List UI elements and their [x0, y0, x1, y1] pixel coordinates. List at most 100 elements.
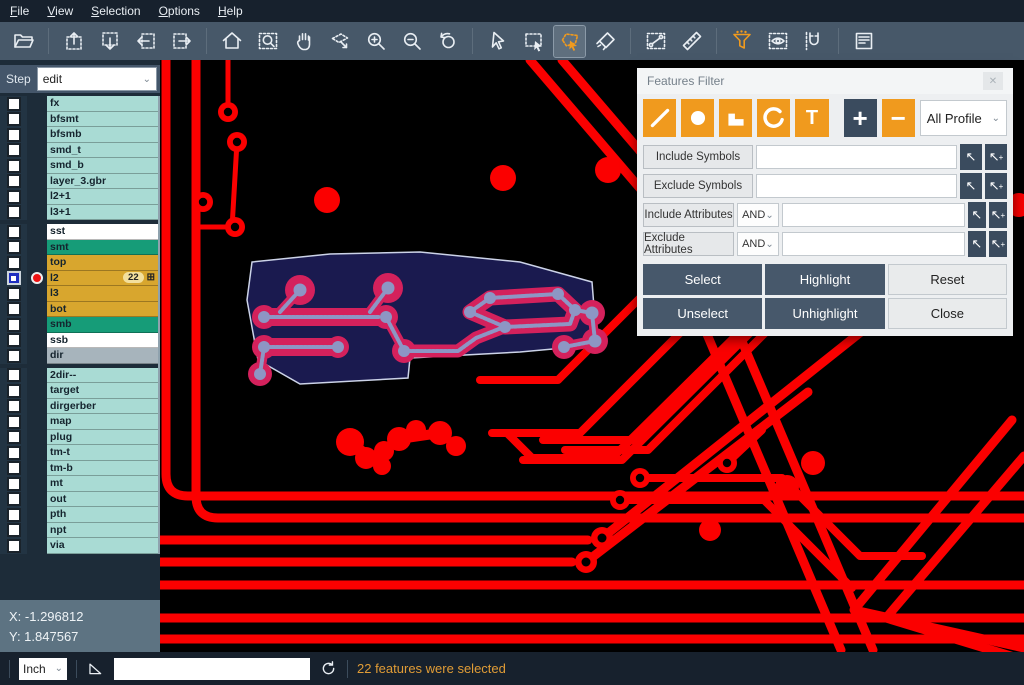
layer-row-l2+1[interactable]: l2+1	[0, 189, 158, 205]
layer-checkbox[interactable]	[7, 349, 21, 363]
filter-value-input[interactable]	[782, 232, 965, 256]
layer-row-via[interactable]: via	[0, 538, 158, 554]
layer-checkbox[interactable]	[7, 159, 21, 173]
select-button[interactable]: Select	[643, 264, 762, 295]
layer-checkbox[interactable]	[7, 271, 21, 285]
layer-label[interactable]: fx	[47, 96, 158, 112]
unselect-button[interactable]: Unselect	[643, 298, 762, 329]
surface-icon[interactable]	[719, 99, 752, 137]
layer-row-npt[interactable]: npt	[0, 523, 158, 539]
layer-row-smt[interactable]: smt	[0, 240, 158, 256]
layer-row-l2[interactable]: l222⊞	[0, 271, 158, 287]
unit-select[interactable]: Inch ⌄	[19, 658, 67, 680]
layer-row-2dir--[interactable]: 2dir--	[0, 368, 158, 384]
brush-icon[interactable]	[590, 26, 621, 57]
close-button[interactable]: Close	[888, 298, 1007, 329]
zoom-previous-icon[interactable]	[432, 26, 463, 57]
layer-checkbox[interactable]	[7, 112, 21, 126]
polygon-select-icon[interactable]	[554, 26, 585, 57]
refresh-icon[interactable]	[319, 659, 338, 678]
layer-row-smd_b[interactable]: smd_b	[0, 158, 158, 174]
command-input[interactable]	[114, 658, 310, 680]
highlight-button[interactable]: Highlight	[765, 264, 884, 295]
home-icon[interactable]	[216, 26, 247, 57]
layer-label[interactable]: bfsmb	[47, 127, 158, 143]
layer-label[interactable]: out	[47, 492, 158, 508]
shift-down-icon[interactable]	[94, 26, 125, 57]
menu-item-help[interactable]: Help	[218, 4, 243, 18]
pick-add-from-canvas-button[interactable]: ↖+	[985, 144, 1007, 170]
logic-select[interactable]: AND⌄	[737, 203, 779, 227]
layer-row-layer_3.gbr[interactable]: layer_3.gbr	[0, 174, 158, 190]
unhighlight-button[interactable]: Unhighlight	[765, 298, 884, 329]
line-icon[interactable]	[643, 99, 676, 137]
layer-label[interactable]: l3	[47, 286, 158, 302]
zoom-area-icon[interactable]	[252, 26, 283, 57]
filter-value-input[interactable]	[756, 145, 957, 169]
layer-row-target[interactable]: target	[0, 383, 158, 399]
layer-label[interactable]: l222⊞	[47, 271, 158, 287]
layer-row-fx[interactable]: fx	[0, 96, 158, 112]
layer-row-l3[interactable]: l3	[0, 286, 158, 302]
layer-checkbox[interactable]	[7, 240, 21, 254]
layer-label[interactable]: dirgerber	[47, 399, 158, 415]
layer-row-ssb[interactable]: ssb	[0, 333, 158, 349]
layer-row-sst[interactable]: sst	[0, 224, 158, 240]
layer-checkbox[interactable]	[7, 318, 21, 332]
layer-checkbox[interactable]	[7, 174, 21, 188]
layer-checkbox[interactable]	[7, 523, 21, 537]
layer-label[interactable]: dir	[47, 348, 158, 364]
select-icon[interactable]	[482, 26, 513, 57]
layer-label[interactable]: sst	[47, 224, 158, 240]
text-icon[interactable]: T	[795, 99, 828, 137]
layer-label[interactable]: tm-t	[47, 445, 158, 461]
menu-item-file[interactable]: File	[10, 4, 29, 18]
filter-icon[interactable]	[726, 26, 757, 57]
layer-label[interactable]: smt	[47, 240, 158, 256]
pick-add-from-canvas-button[interactable]: ↖+	[989, 231, 1007, 257]
layer-row-smd_t[interactable]: smd_t	[0, 143, 158, 159]
pan-icon[interactable]	[288, 26, 319, 57]
pick-from-canvas-button[interactable]: ↖	[960, 144, 982, 170]
layer-checkbox[interactable]	[7, 128, 21, 142]
layer-row-l3+1[interactable]: l3+1	[0, 205, 158, 221]
arc-icon[interactable]	[757, 99, 790, 137]
profile-select[interactable]: All Profile ⌄	[920, 100, 1007, 136]
close-icon[interactable]: ✕	[983, 72, 1003, 90]
menu-item-view[interactable]: View	[47, 4, 73, 18]
layer-checkbox[interactable]	[7, 415, 21, 429]
layer-checkbox[interactable]	[7, 446, 21, 460]
layer-label[interactable]: target	[47, 383, 158, 399]
menu-item-selection[interactable]: Selection	[91, 4, 140, 18]
layer-checkbox[interactable]	[7, 384, 21, 398]
layer-row-tm-b[interactable]: tm-b	[0, 461, 158, 477]
layer-label[interactable]: smd_t	[47, 143, 158, 159]
rect-select-icon[interactable]	[518, 26, 549, 57]
logic-select[interactable]: AND⌄	[737, 232, 779, 256]
layer-checkbox[interactable]	[7, 256, 21, 270]
remove-filter-button[interactable]: −	[882, 99, 915, 137]
layer-label[interactable]: l3+1	[47, 205, 158, 221]
pick-from-canvas-button[interactable]: ↖	[968, 202, 986, 228]
filter-row-label-button[interactable]: Include Attributes	[643, 203, 734, 227]
layer-label[interactable]: tm-b	[47, 461, 158, 477]
layer-row-bfsmt[interactable]: bfsmt	[0, 112, 158, 128]
open-icon[interactable]	[8, 26, 39, 57]
layer-row-out[interactable]: out	[0, 492, 158, 508]
layer-label[interactable]: ssb	[47, 333, 158, 349]
shift-right-icon[interactable]	[166, 26, 197, 57]
shift-up-icon[interactable]	[58, 26, 89, 57]
layer-label[interactable]: top	[47, 255, 158, 271]
layer-checkbox[interactable]	[7, 333, 21, 347]
pick-from-canvas-button[interactable]: ↖	[968, 231, 986, 257]
layer-row-dir[interactable]: dir	[0, 348, 158, 364]
layer-label[interactable]: plug	[47, 430, 158, 446]
measure-icon[interactable]	[640, 26, 671, 57]
layer-row-bot[interactable]: bot	[0, 302, 158, 318]
filter-row-label-button[interactable]: Exclude Attributes	[643, 232, 734, 256]
add-filter-button[interactable]: +	[844, 99, 877, 137]
layer-label[interactable]: npt	[47, 523, 158, 539]
zoom-in-icon[interactable]	[360, 26, 391, 57]
preview-icon[interactable]	[762, 26, 793, 57]
layer-checkbox[interactable]	[7, 508, 21, 522]
